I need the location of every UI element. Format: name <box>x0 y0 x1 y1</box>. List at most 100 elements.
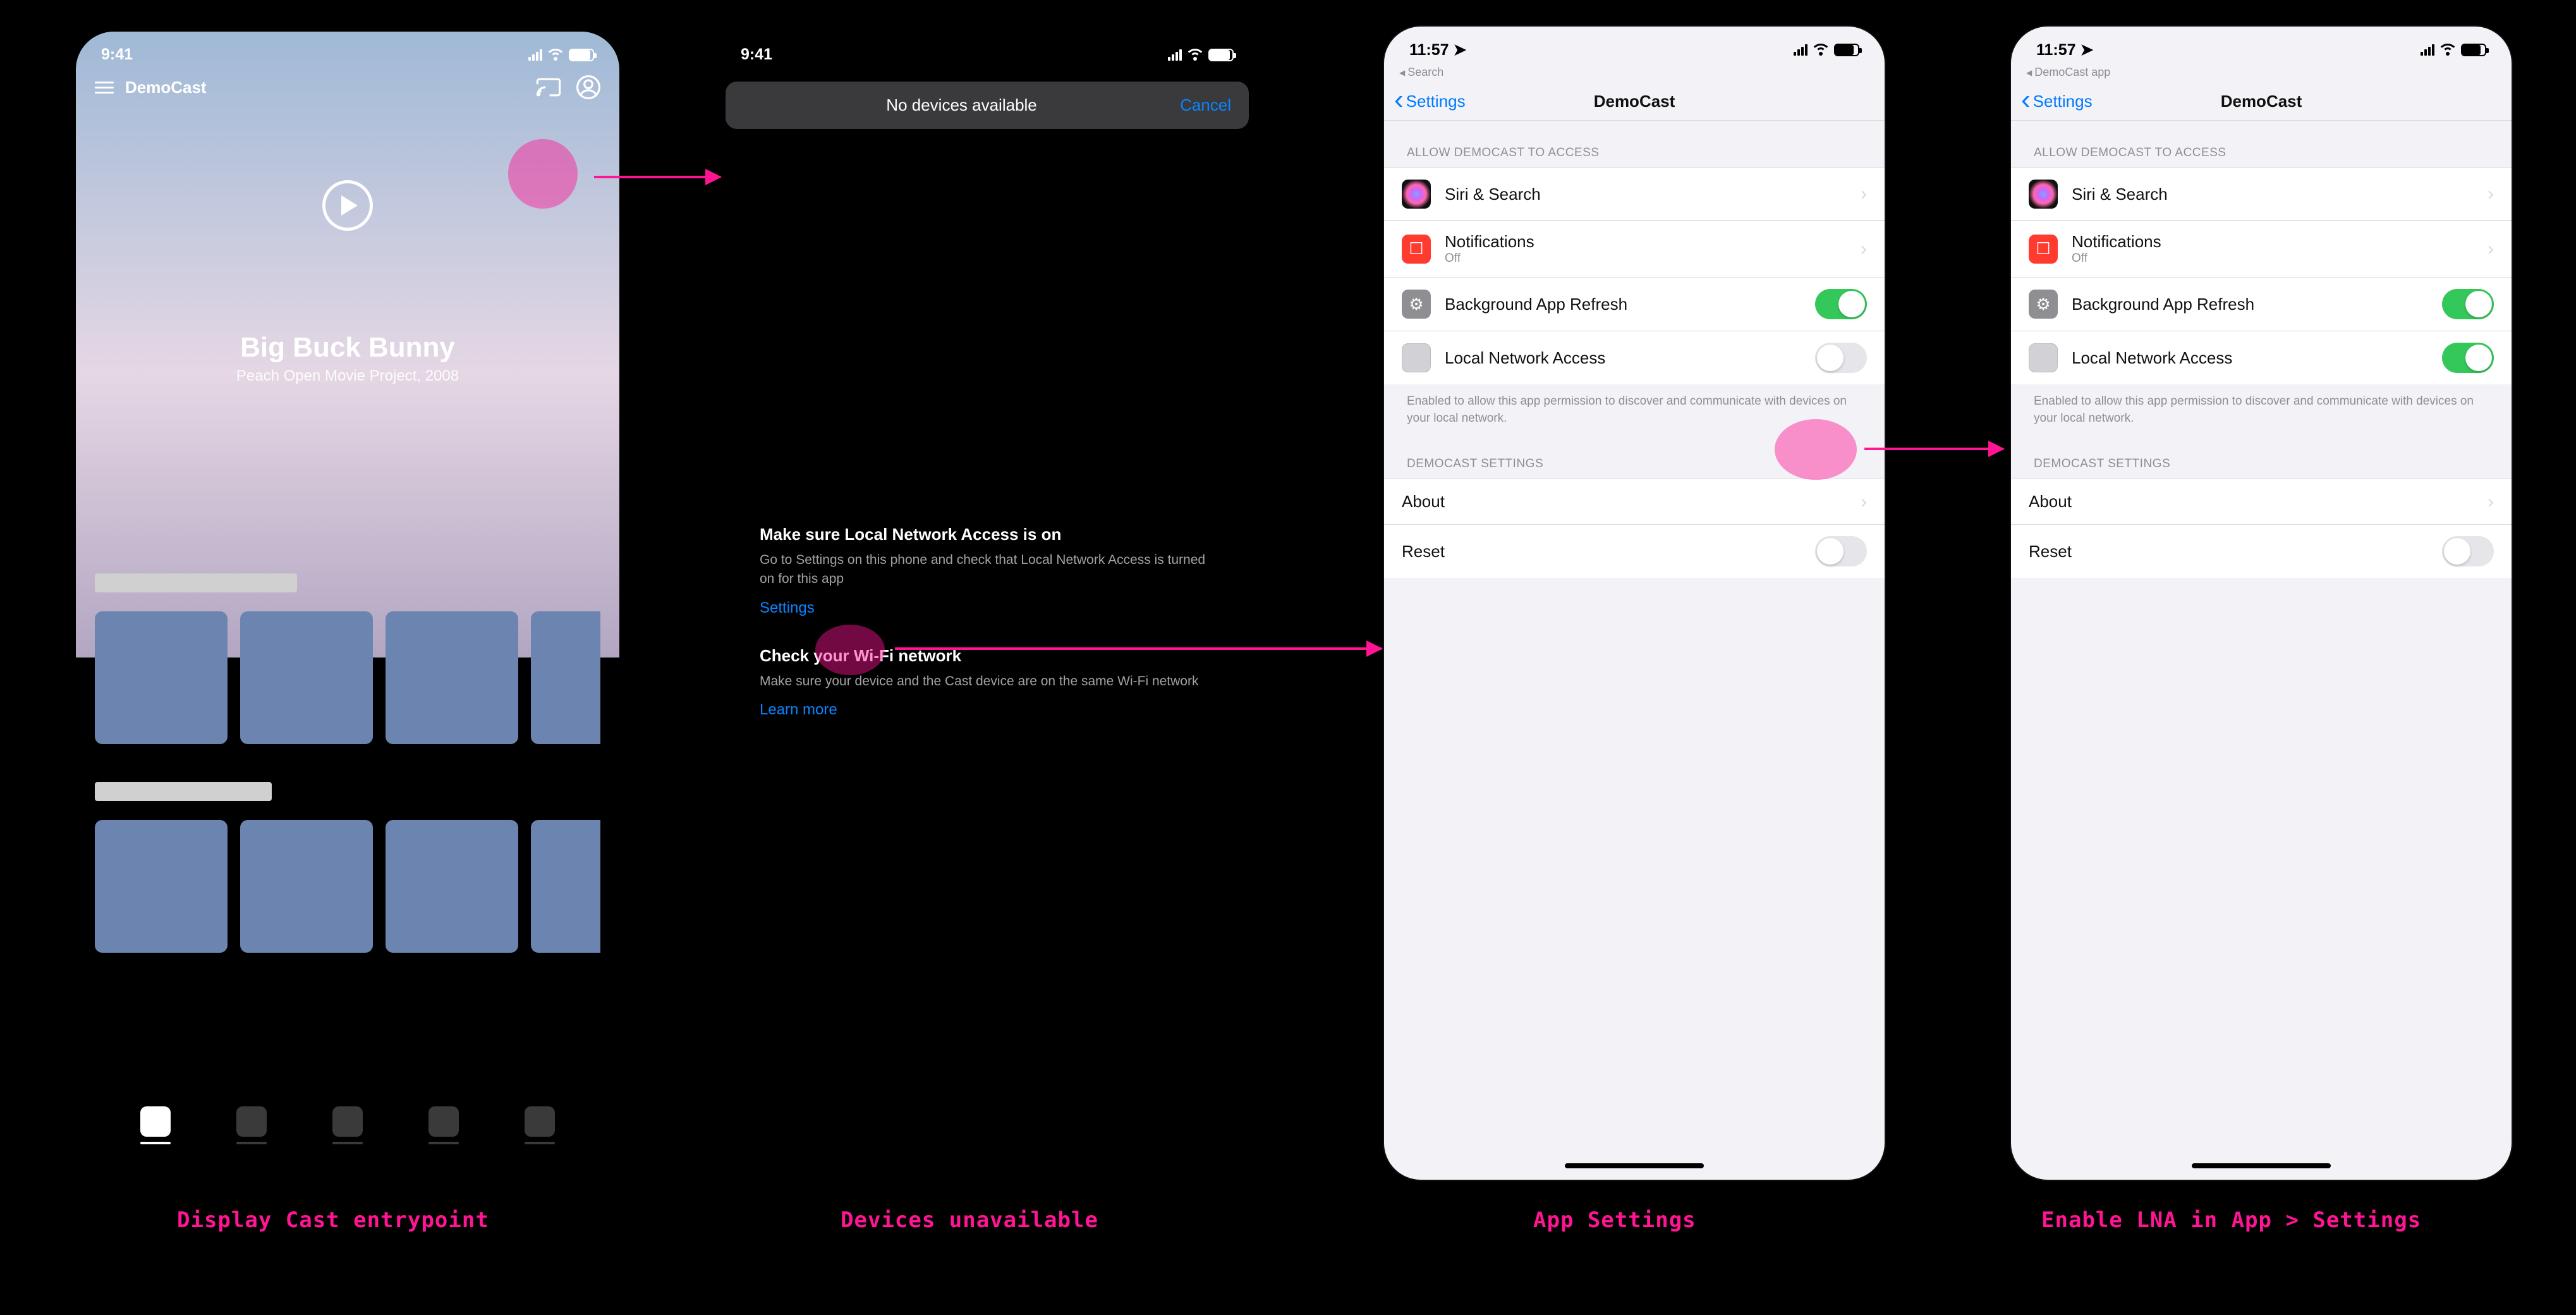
clock: 11:57 <box>1409 41 1449 59</box>
media-tile[interactable] <box>95 611 228 744</box>
notifications-icon: ☐ <box>1402 235 1431 264</box>
clock: 9:41 <box>741 46 772 64</box>
section-header-app: DEMOCAST SETTINGS <box>1384 432 1885 479</box>
status-bar: 9:41 <box>715 32 1259 69</box>
media-tile[interactable] <box>240 820 373 953</box>
clock: 9:41 <box>101 46 133 64</box>
siri-icon <box>2029 180 2058 209</box>
row-reset[interactable]: Reset <box>1384 524 1885 578</box>
caption-1: Display Cast entrypoint <box>177 1208 489 1233</box>
notifications-icon: ☐ <box>2029 235 2058 264</box>
local-network-icon <box>2029 343 2058 372</box>
tab-2[interactable] <box>234 1106 269 1144</box>
screen-democast-app: 9:41 DemoCast Big Buck Bunny Peach Open … <box>76 32 619 1170</box>
cast-devices-sheet-header: No devices available Cancel <box>726 82 1249 129</box>
hamburger-menu-button[interactable] <box>95 82 114 94</box>
tab-1[interactable] <box>138 1106 173 1144</box>
wifi-icon <box>2439 44 2456 56</box>
cast-button[interactable] <box>536 77 561 97</box>
breadcrumb-back[interactable]: DemoCast app <box>2011 64 2512 83</box>
row-background-refresh[interactable]: ⚙ Background App Refresh <box>2011 277 2512 331</box>
row-notifications[interactable]: ☐ NotificationsOff › <box>2011 220 2512 277</box>
play-button[interactable] <box>322 180 373 231</box>
media-tile[interactable] <box>386 611 518 744</box>
status-bar: 9:41 <box>76 32 619 69</box>
cancel-button[interactable]: Cancel <box>1180 95 1231 115</box>
nav-bar: Settings DemoCast <box>1384 83 1885 121</box>
location-icon: ➤ <box>1454 41 1467 59</box>
row-local-network-access[interactable]: Local Network Access <box>2011 331 2512 384</box>
background-refresh-toggle[interactable] <box>1815 289 1867 319</box>
siri-icon <box>1402 180 1431 209</box>
media-tile[interactable] <box>386 820 518 953</box>
cellular-icon <box>1168 49 1182 61</box>
chevron-right-icon: › <box>2488 183 2494 205</box>
row-notifications[interactable]: ☐ NotificationsOff › <box>1384 220 1885 277</box>
breadcrumb-back[interactable]: Search <box>1384 64 1885 83</box>
app-top-bar: DemoCast <box>76 69 619 106</box>
media-tile[interactable] <box>95 820 228 953</box>
home-indicator[interactable] <box>2192 1163 2331 1168</box>
row-siri-search[interactable]: Siri & Search › <box>2011 168 2512 220</box>
battery-icon <box>2461 44 2486 56</box>
wifi-description: Make sure your device and the Cast devic… <box>760 672 1215 691</box>
media-tile[interactable] <box>531 611 600 744</box>
nav-bar: Settings DemoCast <box>2011 83 2512 121</box>
lna-footnote: Enabled to allow this app permission to … <box>1384 384 1885 432</box>
back-button[interactable]: Settings <box>2021 92 2093 111</box>
cellular-icon <box>528 49 542 61</box>
hero-title: Big Buck Bunny <box>240 332 455 364</box>
screen-app-settings-after: 11:57 ➤ DemoCast app Settings DemoCast A… <box>2010 25 2513 1181</box>
back-button[interactable]: Settings <box>1394 92 1466 111</box>
page-title: DemoCast <box>2221 92 2302 111</box>
screen-app-settings-before: 11:57 ➤ Search Settings DemoCast ALLOW D… <box>1383 25 1886 1181</box>
tab-5[interactable] <box>522 1106 557 1144</box>
tab-4[interactable] <box>426 1106 461 1144</box>
lna-footnote: Enabled to allow this app permission to … <box>2011 384 2512 432</box>
sheet-body: Make sure Local Network Access is on Go … <box>715 458 1259 757</box>
content-shelf-2 <box>76 782 619 953</box>
row-background-refresh[interactable]: ⚙ Background App Refresh <box>1384 277 1885 331</box>
wifi-icon <box>1187 49 1203 61</box>
app-title: DemoCast <box>125 78 207 97</box>
row-about[interactable]: About › <box>2011 479 2512 524</box>
chevron-right-icon: › <box>1861 238 1867 260</box>
caption-3: App Settings <box>1533 1208 1696 1233</box>
cellular-icon <box>2421 44 2434 56</box>
tab-3[interactable] <box>330 1106 365 1144</box>
status-bar: 11:57 ➤ <box>1384 27 1885 64</box>
row-siri-search[interactable]: Siri & Search › <box>1384 168 1885 220</box>
row-about[interactable]: About › <box>1384 479 1885 524</box>
row-reset[interactable]: Reset <box>2011 524 2512 578</box>
background-refresh-toggle[interactable] <box>2442 289 2494 319</box>
local-network-access-toggle[interactable] <box>2442 343 2494 373</box>
profile-button[interactable] <box>576 75 600 99</box>
lna-description: Go to Settings on this phone and check t… <box>760 551 1215 589</box>
reset-toggle[interactable] <box>1815 536 1867 566</box>
caption-4: Enable LNA in App > Settings <box>2041 1208 2421 1233</box>
lna-heading: Make sure Local Network Access is on <box>760 525 1215 544</box>
hero-video-card[interactable]: Big Buck Bunny Peach Open Movie Project,… <box>76 106 619 548</box>
media-tile[interactable] <box>531 820 600 953</box>
sheet-title: No devices available <box>743 95 1180 115</box>
home-indicator[interactable] <box>1565 1163 1704 1168</box>
chevron-right-icon: › <box>1861 183 1867 205</box>
local-network-access-toggle[interactable] <box>1815 343 1867 373</box>
battery-icon <box>1834 44 1859 56</box>
learn-more-link[interactable]: Learn more <box>760 701 837 719</box>
media-tile[interactable] <box>240 611 373 744</box>
shelf-heading-placeholder <box>95 573 297 592</box>
open-settings-link[interactable]: Settings <box>760 599 815 617</box>
row-local-network-access[interactable]: Local Network Access <box>1384 331 1885 384</box>
wifi-icon <box>1813 44 1829 56</box>
wifi-icon <box>547 49 564 61</box>
caption-2: Devices unavailable <box>841 1208 1098 1233</box>
page-title: DemoCast <box>1594 92 1675 111</box>
section-header-access: ALLOW DEMOCAST TO ACCESS <box>2011 121 2512 168</box>
reset-toggle[interactable] <box>2442 536 2494 566</box>
hero-subtitle: Peach Open Movie Project, 2008 <box>236 367 459 385</box>
section-header-access: ALLOW DEMOCAST TO ACCESS <box>1384 121 1885 168</box>
tab-bar <box>76 1106 619 1144</box>
chevron-right-icon: › <box>1861 491 1867 513</box>
shelf-heading-placeholder <box>95 782 272 801</box>
